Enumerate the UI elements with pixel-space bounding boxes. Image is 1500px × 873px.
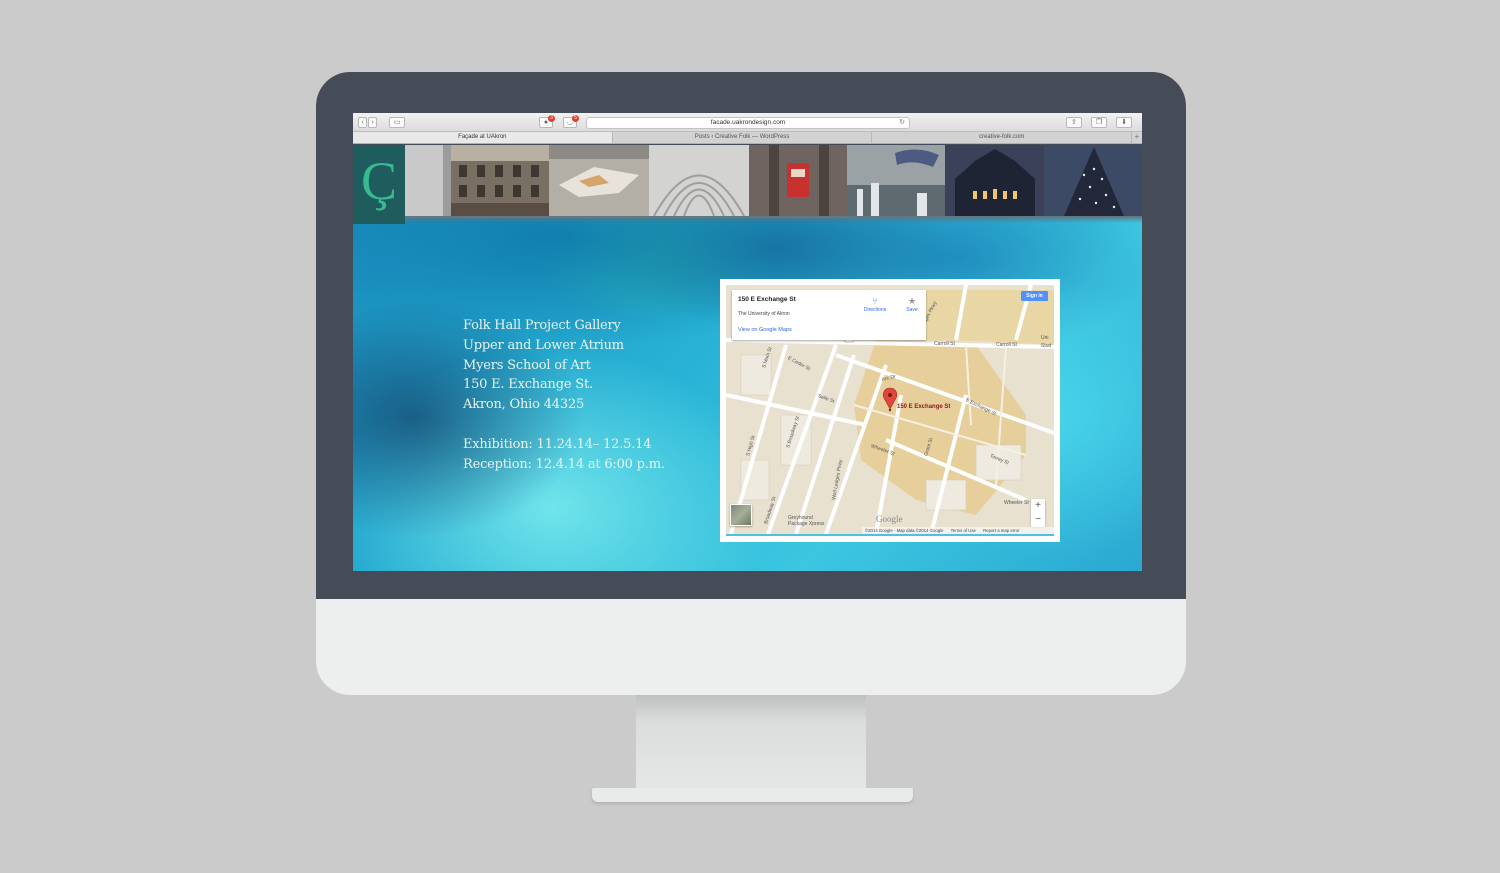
reception-time: Reception: 12.4.14 at 6:00 p.m.	[463, 456, 665, 472]
terms-link[interactable]: Terms of Use	[951, 528, 976, 533]
photo-thumb-arches[interactable]	[649, 145, 749, 216]
google-logo: Google	[876, 514, 903, 524]
street-label: Stud	[1041, 343, 1052, 349]
city-line: Akron, Ohio 44325	[463, 397, 585, 413]
directions-button[interactable]: ⑂ Directions	[857, 296, 893, 313]
sidebar-icon: ▭	[393, 119, 401, 126]
star-icon: ★	[907, 296, 917, 306]
stand-shadow	[636, 695, 866, 721]
photo-thumb-tower[interactable]	[1044, 145, 1142, 216]
venue-line: Folk Hall Project Gallery	[463, 318, 621, 333]
satellite-toggle[interactable]	[730, 504, 752, 526]
monitor-stand-foot	[592, 788, 913, 802]
save-label: Save	[906, 307, 918, 313]
tabs-icon: ❐	[1095, 119, 1103, 126]
event-section: Folk Hall Project Gallery Upper and Lowe…	[353, 218, 1142, 571]
notification-badge: 3	[548, 115, 555, 122]
tabs-overview-button[interactable]: ❐	[1091, 117, 1107, 128]
exhibition-dates: Exhibition: 11.24.14– 12.5.14	[463, 436, 652, 452]
share-icon: ⇪	[1071, 119, 1077, 126]
street-label: Wheeler St	[1004, 500, 1029, 506]
site-header: Ç	[353, 145, 1142, 224]
street-label: Carroll St	[996, 342, 1017, 348]
forward-button[interactable]: ›	[368, 117, 377, 128]
address-line: 150 E. Exchange St.	[463, 377, 593, 393]
url-text: facade.uakrondesign.com	[710, 119, 786, 126]
site-logo[interactable]: Ç	[353, 145, 405, 224]
zoom-control: + −	[1031, 499, 1045, 527]
map-card: 261 Carroll St Carroll St Uni Stud E Exc…	[720, 279, 1060, 542]
street-label: Carroll St	[934, 341, 955, 347]
extension-button-1[interactable]: ● 3	[539, 115, 555, 128]
map-attribution: ©2014 Google · Map data ©2014 Google Ter…	[862, 527, 1054, 534]
address-bar[interactable]: facade.uakrondesign.com ↻	[586, 117, 910, 129]
venue-line: Upper and Lower Atrium	[463, 337, 624, 353]
imac-monitor: ‹ › ▭ ● 3 ◡ 5 facade.uakrondesign.com ↻ …	[316, 72, 1186, 695]
marker-label: 150 E Exchange St	[897, 404, 951, 410]
sign-in-button[interactable]: Sign in	[1021, 291, 1048, 301]
place-subtitle: The University of Akron	[738, 311, 790, 317]
save-button[interactable]: ★ Save	[902, 296, 922, 313]
photo-thumb-facade[interactable]	[451, 145, 549, 216]
tab-facade[interactable]: Façade at UAkron	[353, 132, 613, 143]
photo-thumb-mailbox[interactable]	[749, 145, 847, 216]
poi-label: Package Xpress	[788, 521, 825, 527]
new-tab-button[interactable]: +	[1132, 132, 1142, 143]
back-button[interactable]: ‹	[358, 117, 367, 128]
venue-line: Myers School of Art	[463, 357, 591, 373]
extension-button-2[interactable]: ◡ 5	[563, 115, 579, 128]
street-label: Uni	[1041, 335, 1049, 341]
footer-band	[353, 571, 1142, 599]
share-button[interactable]: ⇪	[1066, 117, 1082, 128]
map-info-window: 150 E Exchange St The University of Akro…	[732, 290, 926, 340]
directions-icon: ⑂	[872, 296, 878, 306]
map-data-text: ©2014 Google · Map data ©2014 Google	[865, 528, 944, 533]
place-title: 150 E Exchange St	[738, 296, 796, 303]
download-icon: ⬇	[1121, 119, 1127, 126]
downloads-button[interactable]: ⬇	[1116, 117, 1132, 128]
tab-bar: Façade at UAkron Posts ‹ Creative Folk —…	[353, 132, 1142, 144]
reload-icon[interactable]: ↻	[899, 118, 905, 128]
photo-thumb-night-church[interactable]	[945, 145, 1044, 216]
photo-thumb-paper-model[interactable]	[549, 145, 649, 216]
tab-creative-folk[interactable]: creative-folk.com	[872, 132, 1133, 143]
browser-toolbar: ‹ › ▭ ● 3 ◡ 5 facade.uakrondesign.com ↻ …	[353, 113, 1142, 132]
screen: ‹ › ▭ ● 3 ◡ 5 facade.uakrondesign.com ↻ …	[353, 113, 1142, 599]
zoom-in-button[interactable]: +	[1031, 499, 1045, 513]
directions-label: Directions	[863, 307, 887, 313]
report-error-link[interactable]: Report a map error	[983, 528, 1019, 533]
sidebar-toggle-button[interactable]: ▭	[389, 117, 405, 128]
view-on-google-maps-link[interactable]: View on Google Maps	[738, 327, 792, 333]
event-info: Folk Hall Project Gallery Upper and Lowe…	[463, 316, 665, 474]
notification-badge: 5	[572, 115, 579, 122]
zoom-out-button[interactable]: −	[1031, 513, 1045, 527]
photo-thumb-jump[interactable]	[847, 145, 945, 216]
tab-wordpress[interactable]: Posts ‹ Creative Folk — WordPress	[613, 132, 873, 143]
header-shadow	[353, 216, 1142, 223]
google-map[interactable]: 261 Carroll St Carroll St Uni Stud E Exc…	[726, 285, 1054, 534]
photo-thumb-grey[interactable]	[405, 145, 451, 216]
map-bottom-strip	[726, 534, 1054, 536]
